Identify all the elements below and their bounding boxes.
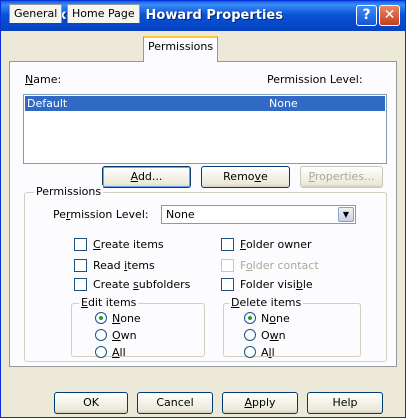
- permission-level-value: None: [166, 208, 195, 221]
- tab-permissions[interactable]: Permissions: [143, 36, 219, 62]
- permissions-list[interactable]: Default None: [23, 94, 387, 164]
- folder-visible-checkbox[interactable]: [221, 278, 234, 291]
- chevron-down-icon[interactable]: ▼: [338, 207, 354, 222]
- delete-items-group-title: Delete items: [229, 296, 304, 309]
- tab-general[interactable]: General: [9, 4, 63, 23]
- list-item[interactable]: Default None: [25, 96, 385, 111]
- help-icon[interactable]: ?: [356, 5, 377, 26]
- delete-items-all-label: All: [261, 346, 275, 359]
- permissions-group-title: Permissions: [34, 185, 104, 198]
- delete-items-all-radio[interactable]: [244, 346, 256, 358]
- folder-contact-checkbox[interactable]: [221, 259, 234, 272]
- folder-owner-label: Folder owner: [240, 238, 312, 251]
- remove-button[interactable]: Remove: [201, 166, 290, 188]
- help-button[interactable]: Help: [307, 392, 383, 414]
- properties-button[interactable]: Properties...: [300, 166, 383, 188]
- list-item-level: None: [269, 97, 298, 110]
- ok-button[interactable]: OK: [54, 392, 128, 414]
- permission-level-column-header: Permission Level:: [267, 73, 363, 86]
- edit-items-own-radio[interactable]: [95, 329, 107, 341]
- edit-items-all-radio[interactable]: [95, 346, 107, 358]
- create-subfolders-checkbox[interactable]: [74, 278, 87, 291]
- delete-items-none-label: None: [261, 312, 290, 325]
- delete-items-none-radio[interactable]: [244, 312, 256, 324]
- edit-items-all-label: All: [112, 346, 126, 359]
- edit-items-own-label: Own: [112, 329, 137, 342]
- delete-items-own-radio[interactable]: [244, 329, 256, 341]
- read-items-checkbox[interactable]: [74, 259, 87, 272]
- edit-items-none-label: None: [112, 312, 141, 325]
- cancel-button[interactable]: Cancel: [137, 392, 213, 414]
- create-items-checkbox[interactable]: [74, 238, 87, 251]
- list-item-name: Default: [27, 97, 68, 110]
- folder-contact-label: Folder contact: [240, 259, 319, 272]
- name-column-header: Name:: [25, 73, 62, 86]
- edit-items-none-radio[interactable]: [95, 312, 107, 324]
- apply-button[interactable]: Apply: [222, 392, 298, 414]
- create-items-label: Create items: [93, 238, 164, 251]
- read-items-label: Read items: [93, 259, 155, 272]
- close-icon[interactable]: ✕: [379, 5, 400, 26]
- edit-items-group-title: Edit items: [79, 296, 139, 309]
- properties-dialog: Mailbox - Hudson, Howard Properties ? ✕ …: [0, 0, 406, 418]
- permission-level-label: Permission Level:: [53, 208, 149, 221]
- folder-visible-label: Folder visible: [240, 278, 313, 291]
- permission-level-select[interactable]: None ▼: [161, 205, 356, 224]
- create-subfolders-label: Create subfolders: [93, 278, 191, 291]
- add-button[interactable]: Add...: [102, 166, 191, 188]
- delete-items-own-label: Own: [261, 329, 286, 342]
- folder-owner-checkbox[interactable]: [221, 238, 234, 251]
- tab-home-page[interactable]: Home Page: [67, 4, 140, 23]
